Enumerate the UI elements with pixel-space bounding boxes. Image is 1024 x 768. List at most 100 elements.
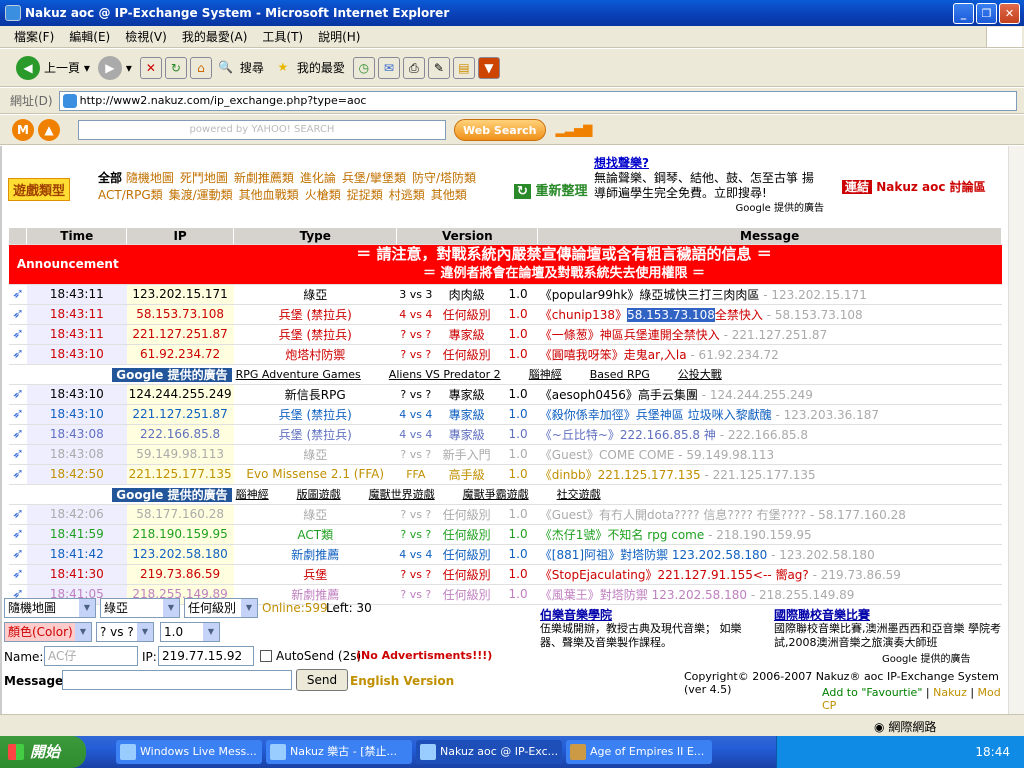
web-search-button[interactable]: Web Search bbox=[454, 118, 546, 141]
folder-icon[interactable]: ▤ bbox=[452, 56, 475, 79]
table-row[interactable]: ➶ 18:41:42 123.202.58.180 新劇推薦 4 vs 4 任何級別 1.0… bbox=[9, 544, 1002, 565]
ad-link[interactable]: Aliens VS Predator 2 bbox=[389, 368, 501, 381]
yahoo-search-input[interactable]: powered by YAHOO! SEARCH bbox=[78, 119, 446, 140]
favorites-button[interactable]: ★ 我的最愛 bbox=[272, 57, 345, 79]
table-row[interactable]: ➶ 18:43:10 61.92.234.72 炮塔村防禦? vs ? 任何級別 1.0 《… bbox=[9, 344, 1002, 365]
ad-link[interactable]: 社交遊戲 bbox=[557, 488, 601, 501]
menu-edit[interactable]: 編輯(E) bbox=[69, 28, 110, 45]
category-link[interactable]: 村逃類 bbox=[389, 188, 425, 202]
join-arrow-icon[interactable]: ➶ bbox=[9, 544, 27, 565]
map-select[interactable]: 隨機地圖 bbox=[4, 598, 96, 618]
ad-link[interactable]: 腦神經 bbox=[236, 488, 269, 501]
yahoo-up-icon[interactable]: ▲ bbox=[38, 118, 60, 141]
table-row[interactable]: ➶ 18:42:50 221.125.177.135 Evo Missense 2.1… bbox=[9, 464, 1002, 485]
edit-icon[interactable]: ✎ bbox=[427, 56, 450, 79]
task-live-messenger[interactable]: Windows Live Mess... bbox=[116, 740, 262, 764]
home-icon[interactable]: ⌂ bbox=[189, 56, 212, 79]
ad-link[interactable]: Based RPG bbox=[590, 368, 650, 381]
table-row[interactable]: ➶ 18:43:11 123.202.15.171 綠亞 3 vs 3 肉肉級 1.0 《po… bbox=[9, 284, 1002, 305]
top-ad[interactable]: 想找聲樂? 無論聲樂、鋼琴、結他、鼓、怎至古箏 揚 導師遍學生完全免費。立即搜尋… bbox=[594, 156, 824, 216]
send-button[interactable]: Send bbox=[296, 669, 348, 691]
name-input[interactable]: AC仔 bbox=[44, 646, 138, 666]
add-favourite-link[interactable]: Add to "Favourtie" bbox=[822, 686, 922, 699]
join-arrow-icon[interactable]: ➶ bbox=[9, 324, 27, 345]
menu-file[interactable]: 檔案(F) bbox=[14, 28, 54, 45]
print-icon[interactable]: ⎙ bbox=[402, 56, 425, 79]
table-row[interactable]: ➶ 18:43:10 124.244.255.249 新信長RPG? vs ? 專家級 1… bbox=[9, 384, 1002, 405]
english-version-link[interactable]: English Version bbox=[350, 674, 454, 688]
menu-help[interactable]: 說明(H) bbox=[318, 28, 360, 45]
ad-link[interactable]: 魔獸世界遊戲 bbox=[369, 488, 435, 501]
back-button[interactable]: ◀ 上一頁 ▾ bbox=[16, 55, 90, 80]
start-button[interactable]: 開始 bbox=[0, 736, 86, 768]
category-link[interactable]: 隨機地圖 bbox=[126, 171, 174, 185]
table-row[interactable]: ➶ 18:43:08 222.166.85.8 兵堡 (禁拉兵) 4 vs 4 專家級 1.… bbox=[9, 424, 1002, 445]
vertical-scrollbar[interactable] bbox=[1008, 146, 1024, 714]
ad-link[interactable]: 腦神經 bbox=[529, 368, 562, 381]
forum-link[interactable]: 連結 Nakuz aoc 討論區 bbox=[842, 178, 986, 195]
table-row[interactable]: ➶ 18:43:11 221.127.251.87 兵堡 (禁拉兵)? vs ? 專家級… bbox=[9, 324, 1002, 345]
join-arrow-icon[interactable]: ➶ bbox=[9, 524, 27, 545]
stop-icon[interactable]: ✕ bbox=[139, 56, 162, 79]
task-age-of-empires[interactable]: Age of Empires II E... bbox=[566, 740, 712, 764]
mode-select[interactable]: ? vs ? bbox=[96, 622, 154, 642]
join-arrow-icon[interactable]: ➶ bbox=[9, 384, 27, 405]
history-icon[interactable]: ◷ bbox=[352, 56, 375, 79]
category-link[interactable]: 其他血戰類 bbox=[239, 188, 299, 202]
ad-link[interactable]: 版圖遊戲 bbox=[297, 488, 341, 501]
table-row[interactable]: ➶ 18:42:06 58.177.160.28 綠亞? vs ? 任何級別 1.0 《Gu… bbox=[9, 504, 1002, 525]
menu-favorites[interactable]: 我的最愛(A) bbox=[182, 28, 248, 45]
join-arrow-icon[interactable]: ➶ bbox=[9, 284, 27, 305]
type-select[interactable]: 綠亞 bbox=[100, 598, 180, 618]
join-arrow-icon[interactable]: ➶ bbox=[9, 444, 27, 465]
ad-title[interactable]: 想找聲樂? bbox=[594, 156, 824, 171]
category-link[interactable]: 兵堡/攣堡類 bbox=[342, 171, 406, 185]
version-select[interactable]: 1.0 bbox=[160, 622, 220, 642]
menu-tools[interactable]: 工具(T) bbox=[262, 28, 303, 45]
join-arrow-icon[interactable]: ➶ bbox=[9, 344, 27, 365]
join-arrow-icon[interactable]: ➶ bbox=[9, 504, 27, 525]
table-row[interactable]: ➶ 18:43:11 58.153.73.108 兵堡 (禁拉兵) 4 vs 4 任何級別… bbox=[9, 304, 1002, 325]
category-link[interactable]: 新劇推薦類 bbox=[234, 171, 294, 185]
footer-ad-1[interactable]: 伯樂音樂學院 伍樂城開辦，教授古典及現代音樂； 如樂器、聲樂及音樂製作課程。 bbox=[540, 608, 760, 650]
category-link[interactable]: 捉捉類 bbox=[347, 188, 383, 202]
forward-button[interactable]: ▶ ▾ bbox=[97, 55, 132, 80]
category-link[interactable]: 其他類 bbox=[431, 188, 467, 202]
join-arrow-icon[interactable]: ➶ bbox=[9, 424, 27, 445]
minimize-button[interactable]: _ bbox=[953, 3, 974, 24]
color-select[interactable]: 顏色(Color) bbox=[4, 622, 92, 642]
address-input[interactable]: http://www2.nakuz.com/ip_exchange.php?ty… bbox=[58, 90, 1017, 111]
category-link[interactable]: 集渡/運動類 bbox=[169, 188, 233, 202]
category-all[interactable]: 全部 bbox=[98, 171, 122, 185]
footer-ad-2-title[interactable]: 國際聯校音樂比賽 bbox=[774, 608, 1006, 622]
ip-input[interactable]: 219.77.15.92 bbox=[158, 646, 254, 666]
table-row[interactable]: ➶ 18:41:59 218.190.159.95 ACT類? vs ? 任何級別 1.0… bbox=[9, 524, 1002, 545]
menu-view[interactable]: 檢視(V) bbox=[125, 28, 167, 45]
maximize-button[interactable]: ❐ bbox=[976, 3, 997, 24]
category-link[interactable]: 死鬥地圖 bbox=[180, 171, 228, 185]
category-link[interactable]: 火槍類 bbox=[305, 188, 341, 202]
task-nakuz-aoc[interactable]: Nakuz aoc @ IP-Exc... bbox=[416, 740, 562, 764]
autosend-checkbox[interactable] bbox=[260, 650, 272, 662]
join-arrow-icon[interactable]: ➶ bbox=[9, 564, 27, 585]
join-arrow-icon[interactable]: ➶ bbox=[9, 404, 27, 425]
mail-icon[interactable]: ✉ bbox=[377, 56, 400, 79]
table-row[interactable]: ➶ 18:41:30 219.73.86.59 兵堡? vs ? 任何級別 1.0 《Sto… bbox=[9, 564, 1002, 585]
winzip-icon[interactable]: ▼ bbox=[477, 56, 500, 79]
search-button[interactable]: 🔍 搜尋 bbox=[215, 57, 264, 79]
join-arrow-icon[interactable]: ➶ bbox=[9, 304, 27, 325]
category-link[interactable]: 防守/塔防類 bbox=[412, 171, 476, 185]
table-row[interactable]: ➶ 18:43:08 59.149.98.113 綠亞? vs ? 新手入門 1.0 《Gu… bbox=[9, 444, 1002, 465]
nakuz-link[interactable]: Nakuz bbox=[933, 686, 967, 699]
close-button[interactable]: ✕ bbox=[999, 3, 1020, 24]
footer-ad-1-title[interactable]: 伯樂音樂學院 bbox=[540, 608, 760, 622]
ad-link[interactable]: 公投大戰 bbox=[678, 368, 722, 381]
refresh-icon[interactable]: ↻ bbox=[164, 56, 187, 79]
ad-link[interactable]: RPG Adventure Games bbox=[236, 368, 361, 381]
refresh-button[interactable]: ↻ 重新整理 bbox=[514, 180, 587, 199]
table-row[interactable]: ➶ 18:43:10 221.127.251.87 兵堡 (禁拉兵) 4 vs 4 專家級… bbox=[9, 404, 1002, 425]
join-arrow-icon[interactable]: ➶ bbox=[9, 464, 27, 485]
level-select[interactable]: 任何級別 bbox=[184, 598, 258, 618]
message-input[interactable] bbox=[62, 670, 292, 690]
category-link[interactable]: 進化論 bbox=[300, 171, 336, 185]
